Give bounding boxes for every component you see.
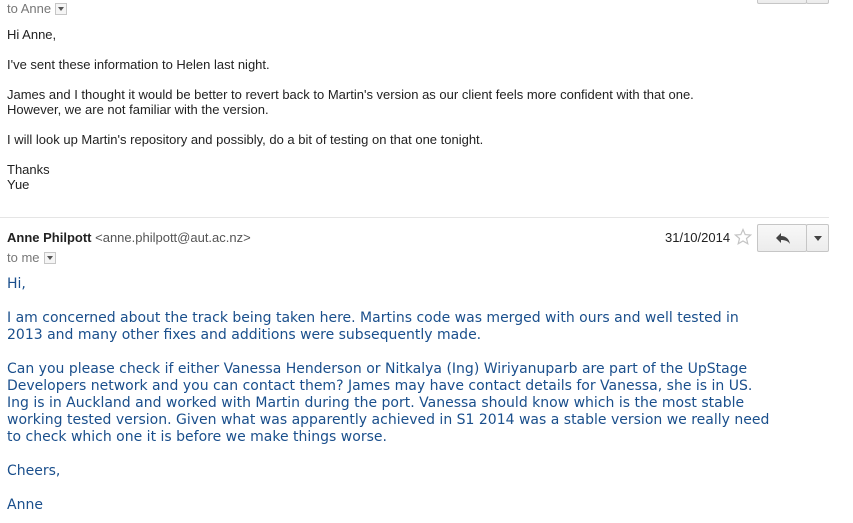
- message-body: Hi Anne, I've sent these information to …: [7, 27, 827, 192]
- body-paragraph: Can you please check if either Vanessa H…: [7, 361, 748, 377]
- body-paragraph-line: Developers network and you can contact t…: [7, 378, 753, 394]
- closing: Cheers,: [7, 463, 61, 479]
- sender-email: <anne.philpott@aut.ac.nz>: [95, 230, 251, 245]
- body-paragraph-line: However, we are not familiar with the ve…: [7, 102, 269, 117]
- body-paragraph: I will look up Martin's repository and p…: [7, 132, 484, 147]
- more-options-button[interactable]: [806, 224, 829, 252]
- reply-button-top[interactable]: [757, 0, 807, 4]
- show-details-dropdown[interactable]: [43, 251, 56, 264]
- body-paragraph: I am concerned about the track being tak…: [7, 310, 739, 326]
- reply-icon: [776, 233, 790, 244]
- closing: Thanks: [7, 162, 50, 177]
- signature: Anne: [7, 497, 43, 513]
- sender-name[interactable]: Anne Philpott: [7, 230, 92, 245]
- reply-button[interactable]: [757, 224, 807, 252]
- chevron-down-icon: [814, 236, 822, 241]
- body-paragraph-line: 2013 and many other fixes and additions …: [7, 327, 482, 343]
- show-details-dropdown[interactable]: [55, 2, 68, 15]
- body-paragraph-line: Ing is in Auckland and worked with Marti…: [7, 395, 745, 411]
- message-divider: [0, 217, 829, 218]
- sender[interactable]: Anne Philpott <anne.philpott@aut.ac.nz>: [7, 230, 251, 245]
- greeting: Hi Anne,: [7, 27, 57, 42]
- more-options-button-top[interactable]: [806, 0, 829, 4]
- message-date: 31/10/2014: [665, 230, 731, 245]
- body-paragraph-line: working tested version. Given what was a…: [7, 412, 770, 428]
- body-paragraph: James and I thought it would be better t…: [7, 87, 694, 102]
- message-body: Hi, I am concerned about the track being…: [7, 276, 827, 514]
- recipient-line: to me: [7, 250, 56, 265]
- body-paragraph-line: to check which one it is before we make …: [7, 429, 387, 445]
- recipient-text: to me: [7, 250, 40, 265]
- signature: Yue: [7, 177, 30, 192]
- recipient-text: to Anne: [7, 1, 52, 16]
- star-icon[interactable]: [733, 227, 753, 246]
- recipient-line: to Anne: [7, 1, 68, 16]
- body-paragraph: I've sent these information to Helen las…: [7, 57, 270, 72]
- greeting: Hi,: [7, 276, 26, 292]
